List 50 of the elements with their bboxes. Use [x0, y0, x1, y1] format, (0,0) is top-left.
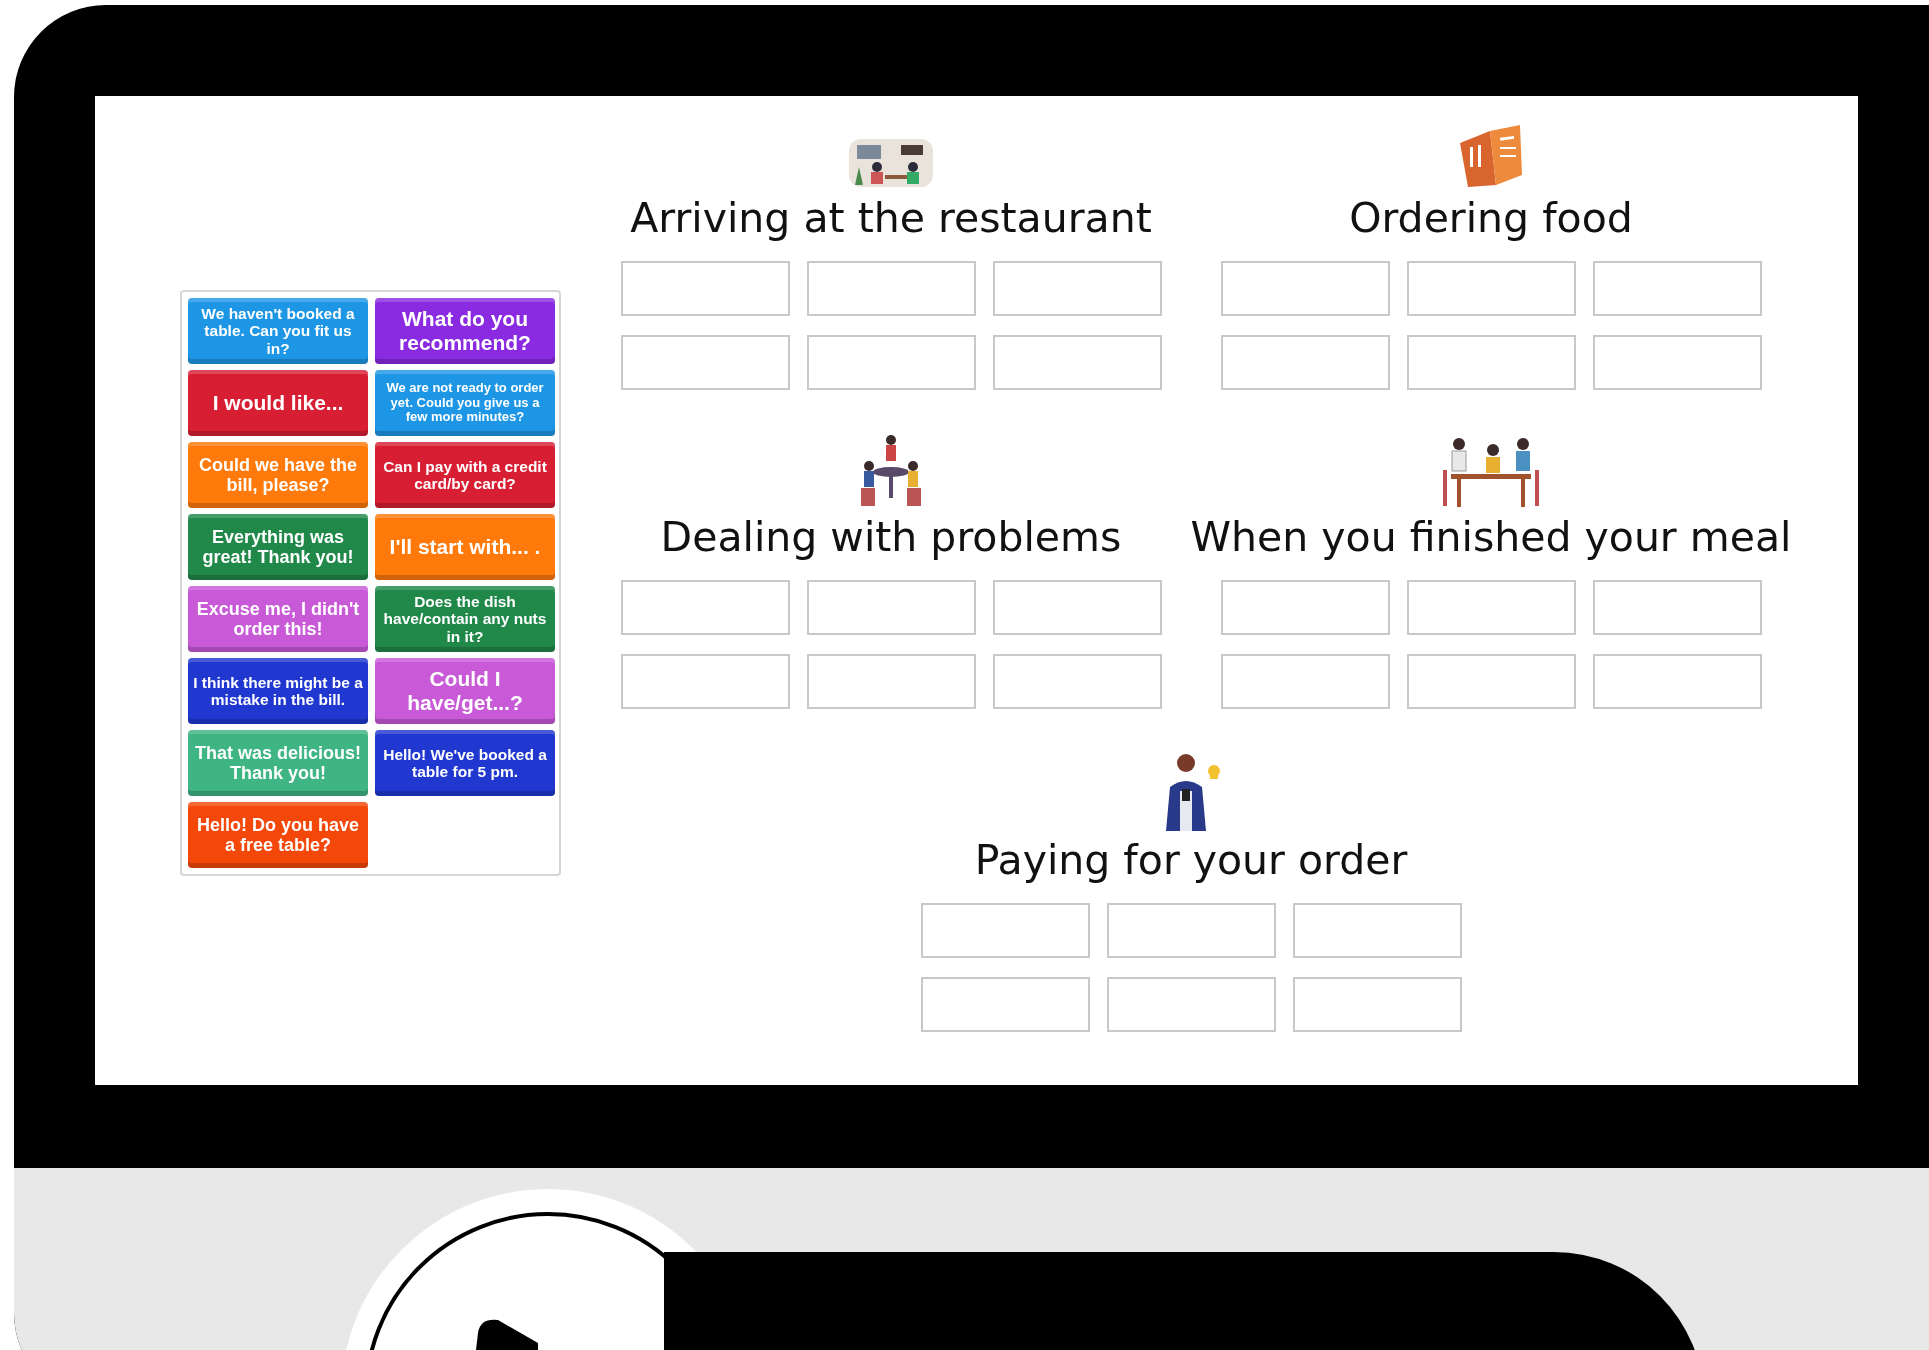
drop-zone[interactable] [1220, 261, 1390, 316]
phrase-card[interactable]: I think there might be a mistake in the bill. [188, 658, 368, 724]
drop-zone[interactable] [1220, 580, 1390, 635]
drop-zone[interactable] [620, 261, 790, 316]
drop-zone[interactable] [1592, 654, 1762, 709]
drop-zone[interactable] [620, 335, 790, 390]
category-title: Paying for your order [974, 835, 1408, 886]
drop-zone[interactable] [806, 261, 976, 316]
drop-zone[interactable] [1292, 903, 1462, 958]
drop-zone[interactable] [992, 654, 1162, 709]
phrase-card[interactable]: Everything was great! Thank you! [188, 514, 368, 580]
phrase-card[interactable]: What do you recommend? [375, 298, 555, 364]
drop-zone[interactable] [1592, 261, 1762, 316]
phrase-card[interactable]: Hello! We've booked a table for 5 pm. [375, 730, 555, 796]
drop-zone[interactable] [1592, 335, 1762, 390]
drop-zone[interactable] [1406, 654, 1576, 709]
drop-zone[interactable] [1592, 580, 1762, 635]
phrase-card[interactable]: Can I pay with a credit card/by card? [375, 442, 555, 508]
drop-zone[interactable] [992, 261, 1162, 316]
drop-zone[interactable] [620, 654, 790, 709]
drop-zone[interactable] [1106, 977, 1276, 1032]
drop-zone[interactable] [1406, 335, 1576, 390]
drop-zone[interactable] [920, 903, 1090, 958]
drop-zone[interactable] [1106, 903, 1276, 958]
category-title: Dealing with problems [660, 512, 1122, 563]
drop-zone[interactable] [620, 580, 790, 635]
drop-zone[interactable] [1406, 580, 1576, 635]
phrase-card[interactable]: We are not ready to order yet. Could you give us a few more minutes? [375, 370, 555, 436]
category-title: When you finished your meal [1190, 512, 1792, 563]
phrase-card[interactable]: I'll start with... . [375, 514, 555, 580]
drop-zone[interactable] [1220, 335, 1390, 390]
phrase-card[interactable]: Hello! Do you have a free table? [188, 802, 368, 868]
phrase-card[interactable]: We haven't booked a table. Can you fit us in? [188, 298, 368, 364]
drop-zone[interactable] [806, 654, 976, 709]
phrase-card[interactable]: That was delicious! Thank you! [188, 730, 368, 796]
drop-zone[interactable] [1220, 654, 1390, 709]
drop-zone[interactable] [992, 580, 1162, 635]
category-title: Ordering food [1349, 193, 1633, 244]
drop-zone[interactable] [1292, 977, 1462, 1032]
drop-zone[interactable] [920, 977, 1090, 1032]
drop-zone[interactable] [806, 335, 976, 390]
phrase-card[interactable]: Does the dish have/contain any nuts in it? [375, 586, 555, 652]
phrase-card[interactable]: Could I have/get...? [375, 658, 555, 724]
phrase-card[interactable]: I would like... [188, 370, 368, 436]
category-title: Arriving at the restaurant [630, 193, 1152, 244]
phrase-card[interactable]: Excuse me, I didn't order this! [188, 586, 368, 652]
drop-zone[interactable] [992, 335, 1162, 390]
drop-zone[interactable] [806, 580, 976, 635]
phrase-card[interactable]: Could we have the bill, please? [188, 442, 368, 508]
drop-zone[interactable] [1406, 261, 1576, 316]
